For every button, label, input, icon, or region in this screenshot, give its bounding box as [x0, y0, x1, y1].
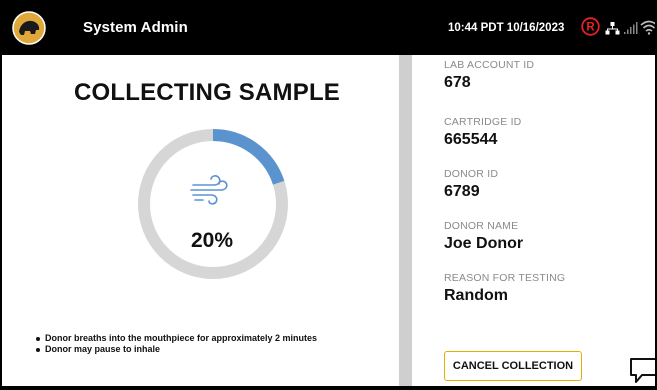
field-cartridge-id: CARTRIDGE ID 665544	[444, 116, 521, 149]
field-donor-name: DONOR NAME Joe Donor	[444, 220, 523, 253]
field-value: 6789	[444, 183, 480, 200]
wifi-icon	[640, 20, 655, 35]
chat-icon[interactable]	[628, 356, 655, 386]
field-label: LAB ACCOUNT ID	[444, 59, 535, 71]
instruction-item: Donor may pause to inhale	[36, 344, 317, 355]
progress-percent: 20%	[190, 229, 234, 252]
app-window: System Admin 10:44 PDT 10/16/2023 R COLL…	[2, 2, 655, 386]
field-value: Random	[444, 287, 508, 304]
breath-wind-icon	[190, 175, 228, 205]
app-title: System Admin	[83, 19, 188, 36]
field-reason-for-testing: REASON FOR TESTING Random	[444, 272, 565, 305]
instruction-item: Donor breaths into the mouthpiece for ap…	[36, 333, 317, 344]
field-label: DONOR NAME	[444, 220, 519, 232]
field-label: DONOR ID	[444, 168, 499, 180]
signal-icon	[624, 22, 638, 34]
field-donor-id: DONOR ID 6789	[444, 168, 498, 201]
registered-status-icon: R	[581, 17, 600, 36]
network-icon	[605, 22, 620, 35]
svg-text:R: R	[586, 22, 595, 34]
panel-divider	[399, 55, 412, 386]
details-panel: LAB ACCOUNT ID 678 CARTRIDGE ID 665544 D…	[444, 55, 655, 386]
logo-icon	[12, 11, 46, 45]
field-value: 678	[444, 74, 471, 91]
collection-heading: COLLECTING SAMPLE	[73, 79, 341, 106]
field-value: 665544	[444, 131, 498, 148]
collection-panel: COLLECTING SAMPLE 20% Donor breaths into…	[12, 55, 399, 386]
field-lab-account-id: LAB ACCOUNT ID 678	[444, 59, 534, 92]
datetime: 10:44 PDT 10/16/2023	[448, 22, 565, 34]
field-label: REASON FOR TESTING	[444, 272, 566, 284]
field-label: CARTRIDGE ID	[444, 116, 522, 128]
field-value: Joe Donor	[444, 235, 524, 252]
top-bar: System Admin 10:44 PDT 10/16/2023 R	[2, 2, 655, 55]
instructions-list: Donor breaths into the mouthpiece for ap…	[36, 333, 317, 355]
cancel-collection-button[interactable]: CANCEL COLLECTION	[444, 351, 582, 381]
